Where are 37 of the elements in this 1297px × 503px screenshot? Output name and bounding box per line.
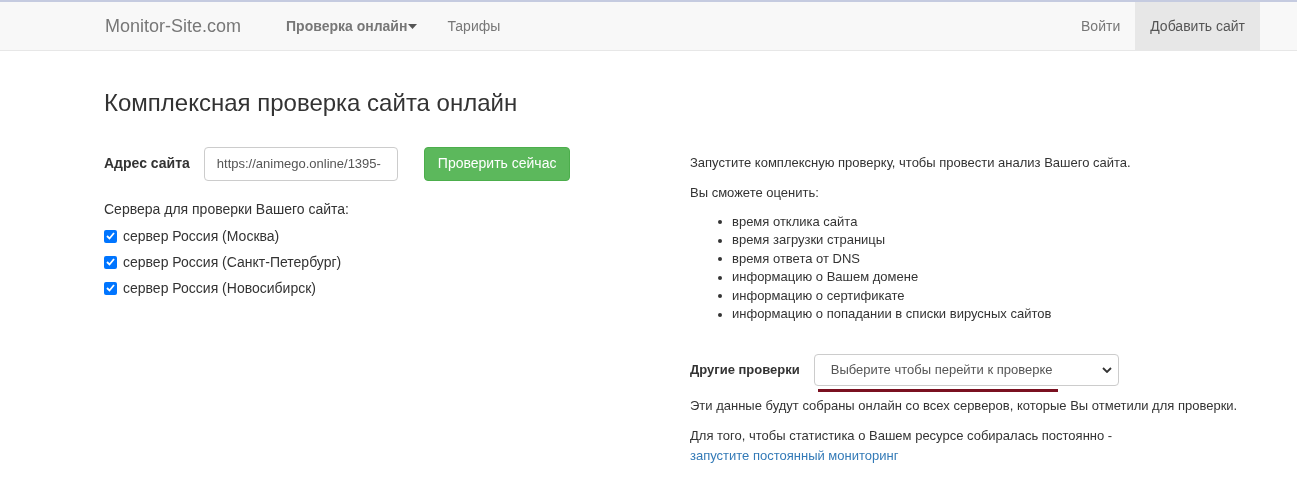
feature-item: информацию о сертификате [732, 286, 905, 305]
site-brand[interactable]: Monitor-Site.com [90, 2, 257, 50]
nav-link[interactable]: Добавить сайт [1135, 2, 1260, 50]
bullet-icon [718, 294, 722, 299]
other-checks-label: Другие проверки [690, 361, 800, 380]
bullet-icon [718, 220, 722, 225]
server-label: сервер Россия (Москва) [123, 226, 280, 246]
bullet-icon [718, 257, 722, 262]
feature-item: время загрузки страницы [732, 231, 886, 250]
other-checks-select[interactable]: Выберите чтобы перейти к проверке [813, 353, 1119, 386]
feature-item: время отклика сайта [732, 212, 858, 231]
server-label: сервер Россия (Санкт-Петербург) [123, 252, 342, 272]
bullet-icon [718, 238, 722, 243]
note-text: Эти данные будут собраны онлайн со всех серверов, которые Вы отметили для проверки. [690, 396, 1239, 415]
address-label: Адрес сайта [104, 154, 190, 174]
servers-label: Сервера для проверки Вашего сайта: [104, 199, 350, 219]
server-label: сервер Россия (Новосибирск) [123, 278, 316, 298]
nav-link[interactable]: Войти [1066, 2, 1136, 50]
address-field[interactable]: https://animego.online/1395- [203, 146, 398, 181]
monitoring-link[interactable]: запустите постоянный мониторинг [690, 447, 899, 463]
feature-item: информацию о попадании в списки вирусных сайтов [732, 305, 1052, 324]
intro-text: Запустите комплексную проверку, чтобы провести анализ Вашего сайта. [690, 153, 1132, 172]
check-now-button[interactable]: Проверить сейчас [423, 146, 571, 181]
nav-link[interactable]: Проверка онлайн [271, 2, 433, 50]
monitoring-text: Для того, чтобы статистика о Вашем ресурсе собиралась постоянно - [690, 427, 1114, 446]
page-title: Комплексная проверка сайта онлайн [104, 89, 519, 118]
server-checkbox[interactable] [104, 281, 117, 295]
feature-item: информацию о Вашем домене [732, 268, 919, 287]
caret-icon [408, 23, 418, 29]
server-checkbox[interactable] [104, 229, 117, 243]
evaluate-text: Вы сможете оценить: [690, 184, 820, 203]
server-checkbox[interactable] [104, 255, 117, 269]
bullet-icon [718, 312, 722, 317]
feature-item: время ответа от DNS [732, 249, 861, 268]
nav-link[interactable]: Тарифы [432, 2, 516, 50]
chevron-down-icon [1101, 366, 1112, 373]
bullet-icon [718, 275, 722, 280]
